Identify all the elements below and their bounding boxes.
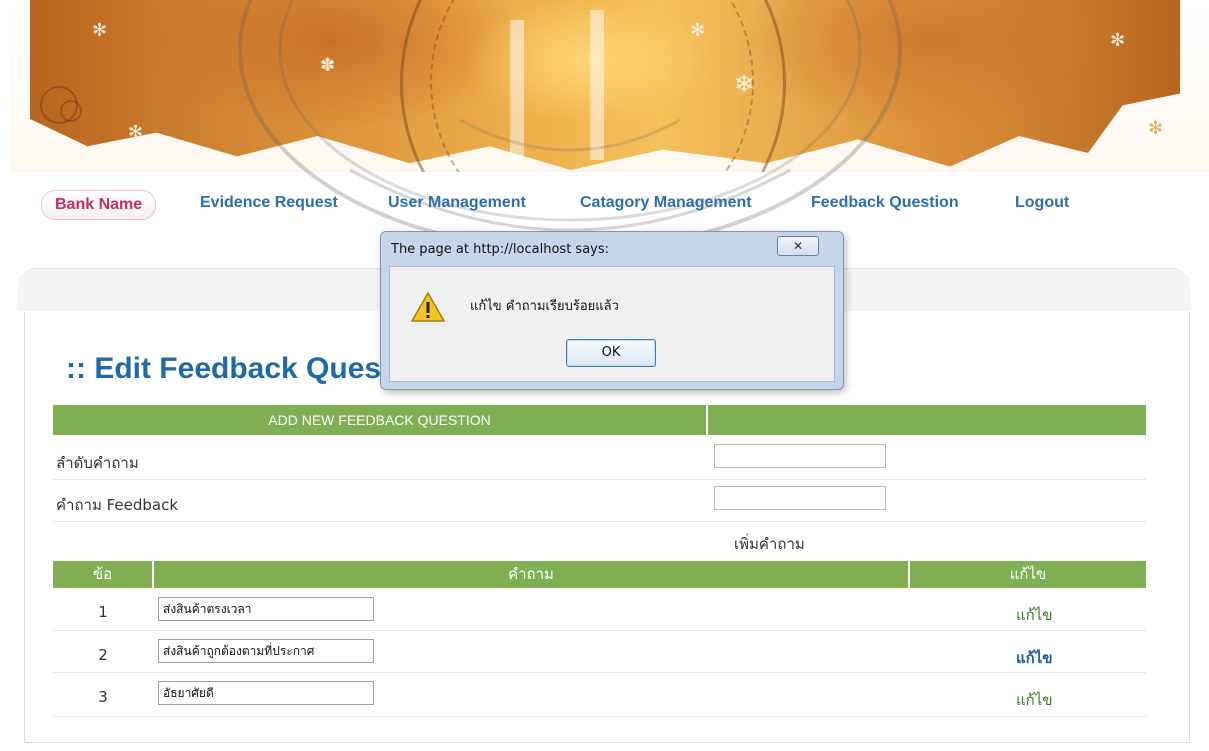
warning-icon bbox=[410, 291, 446, 322]
divider bbox=[53, 479, 1146, 480]
question-input[interactable] bbox=[714, 486, 886, 510]
snowflake-icon: ✻ bbox=[1110, 30, 1126, 51]
dialog-message: แก้ไข คำถามเรียบร้อยแล้ว bbox=[470, 299, 619, 314]
snowflake-icon: ✻ bbox=[92, 20, 108, 41]
edit-link[interactable]: แก้ไข bbox=[1016, 688, 1053, 712]
snowflake-icon: ✻ bbox=[1148, 118, 1164, 139]
page-title: :: Edit Feedback Ques bbox=[66, 352, 382, 385]
alert-dialog: The page at http://localhost says: ✕ แก้… bbox=[380, 231, 844, 390]
row-divider bbox=[53, 630, 1146, 631]
snowflake-icon: ✻ bbox=[690, 20, 706, 41]
edit-link[interactable]: แก้ไข bbox=[1016, 603, 1053, 627]
dialog-title: The page at http://localhost says: bbox=[391, 242, 610, 257]
column-header-edit: แก้ไข bbox=[1009, 565, 1047, 583]
column-header-number: ข้อ bbox=[92, 565, 113, 583]
nav-item-logout[interactable]: Logout bbox=[1015, 194, 1069, 212]
snowflake-icon: ✻ bbox=[128, 122, 144, 143]
question-number: 1 bbox=[98, 603, 108, 621]
nav-item-evidence-request[interactable]: Evidence Request bbox=[200, 194, 338, 212]
add-form-header-label: ADD NEW FEEDBACK QUESTION bbox=[268, 412, 491, 428]
order-input[interactable] bbox=[714, 444, 886, 468]
question-text-input[interactable] bbox=[158, 681, 374, 705]
add-question-link[interactable]: เพิ่มคำถาม bbox=[734, 532, 805, 556]
banner-pillar bbox=[590, 10, 604, 160]
row-divider bbox=[53, 716, 1146, 717]
question-number: 2 bbox=[98, 646, 108, 664]
edit-link[interactable]: แก้ไข bbox=[1016, 646, 1053, 670]
snowflake-icon: ❄ bbox=[734, 70, 755, 98]
banner-swirl bbox=[60, 100, 82, 122]
order-label: ลำดับคำถาม bbox=[56, 454, 139, 472]
banner-edge bbox=[0, 0, 10, 172]
column-header-question: คำถาม bbox=[508, 565, 554, 583]
dialog-body: แก้ไข คำถามเรียบร้อยแล้ว OK bbox=[389, 266, 835, 382]
question-number: 3 bbox=[98, 688, 108, 706]
row-divider bbox=[53, 672, 1146, 673]
question-text-input[interactable] bbox=[158, 639, 374, 663]
nav-item-category-management[interactable]: Catagory Management bbox=[580, 194, 752, 212]
question-label: คำถาม Feedback bbox=[56, 496, 179, 514]
nav-item-bank-name[interactable]: Bank Name bbox=[41, 190, 157, 220]
nav-item-feedback-question[interactable]: Feedback Question bbox=[811, 194, 959, 212]
banner-pillar bbox=[510, 20, 524, 160]
divider bbox=[53, 521, 1146, 522]
question-text-input[interactable] bbox=[158, 597, 374, 621]
nav-item-user-management[interactable]: User Management bbox=[388, 194, 526, 212]
add-form-header-right bbox=[708, 405, 1146, 435]
header-banner: ✻ ✻ ✽ ❄ ✻ ✻ ✻ bbox=[0, 0, 1209, 172]
ok-button[interactable]: OK bbox=[566, 339, 656, 367]
close-icon[interactable]: ✕ bbox=[777, 236, 819, 256]
snowflake-icon: ✽ bbox=[320, 55, 336, 76]
